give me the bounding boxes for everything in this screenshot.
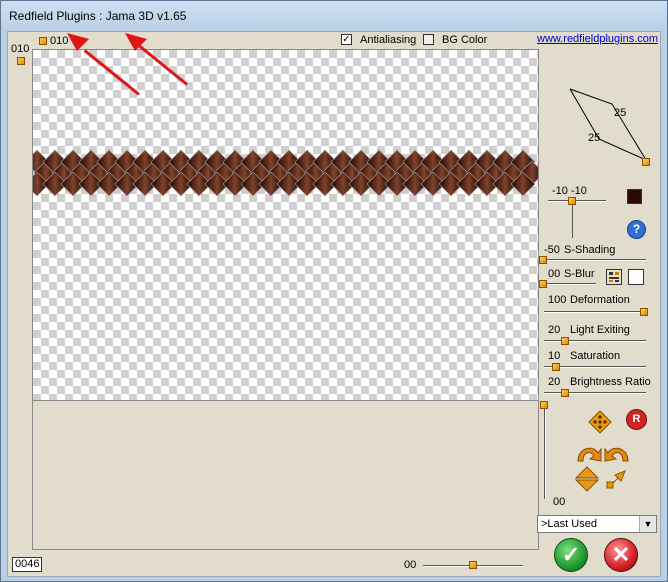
- saturation-label: Saturation: [570, 350, 621, 362]
- window-title: Redfield Plugins : Jama 3D v1.65: [9, 9, 187, 23]
- s-shading-track: [541, 259, 646, 261]
- zoom-value: 0046: [15, 558, 40, 570]
- question-icon[interactable]: ?: [627, 220, 646, 239]
- preset-selected: >Last Used: [541, 518, 597, 530]
- saturation-handle[interactable]: [552, 363, 560, 371]
- light-exiting-value: 20: [548, 324, 561, 336]
- vertical-slider-handle[interactable]: [540, 401, 548, 409]
- brightness-ratio-value: 20: [548, 376, 561, 388]
- brightness-ratio-label: Brightness Ratio: [570, 376, 651, 388]
- cross-icon[interactable]: ✕: [604, 538, 638, 572]
- brightness-ratio-handle[interactable]: [561, 389, 569, 397]
- deformation-handle[interactable]: [640, 308, 648, 316]
- light-exiting-handle[interactable]: [561, 337, 569, 345]
- title-bar[interactable]: Redfield Plugins : Jama 3D v1.65: [1, 1, 667, 31]
- website-link[interactable]: www.redfieldplugins.com: [537, 33, 658, 45]
- angle-a-value: 25: [614, 107, 627, 119]
- deformation-track: [544, 311, 646, 313]
- antialiasing-label: Antialiasing: [360, 34, 417, 46]
- bgcolor-checkbox[interactable]: [423, 34, 434, 45]
- top-offset-handle[interactable]: [39, 37, 47, 45]
- rotate-left-icon[interactable]: [577, 447, 602, 462]
- zoom-value-box[interactable]: 0046: [12, 557, 43, 572]
- s-shading-handle[interactable]: [539, 256, 547, 264]
- light-position-track: [548, 200, 606, 202]
- light-position-handle[interactable]: [568, 197, 576, 205]
- flip-vertical-icon[interactable]: [574, 466, 600, 492]
- saturation-value: 10: [548, 350, 561, 362]
- top-offset-value: 010: [50, 35, 69, 47]
- bottom-slider-value: 00: [404, 559, 417, 571]
- reset-icon[interactable]: R: [626, 409, 647, 430]
- plugin-window: Redfield Plugins : Jama 3D v1.65 010 010…: [0, 0, 668, 582]
- left-offset-value: 010: [11, 43, 30, 55]
- rotate-right-icon[interactable]: [604, 447, 629, 462]
- light-exiting-track: [544, 340, 646, 342]
- light-x-value: -10: [552, 185, 568, 197]
- antialiasing-checkbox[interactable]: ✓: [341, 34, 352, 45]
- plugin-body: 010 010 ✓ Antialiasing BG Color www.redf…: [7, 31, 661, 577]
- brightness-ratio-track: [544, 392, 646, 394]
- resize-icon[interactable]: [604, 468, 628, 492]
- angle-diagram[interactable]: [566, 84, 650, 164]
- light-exiting-label: Light Exiting: [570, 324, 630, 336]
- tile-band-preview: [33, 149, 538, 197]
- s-blur-handle[interactable]: [539, 280, 547, 288]
- annotation-arrowhead-1: [67, 33, 89, 51]
- dice-icon[interactable]: [588, 410, 612, 434]
- deformation-label: Deformation: [570, 294, 630, 306]
- vertical-slider-track: [544, 409, 546, 499]
- s-shading-label: S-Shading: [564, 244, 616, 256]
- left-offset-handle[interactable]: [17, 57, 25, 65]
- angle-b-value: 25: [588, 132, 601, 144]
- preset-dropdown[interactable]: >Last Used ▼: [537, 515, 657, 533]
- bgcolor-label: BG Color: [442, 34, 488, 46]
- chevron-down-icon: ▼: [639, 516, 656, 532]
- s-blur-value: 00: [548, 268, 561, 280]
- light-y-value: -10: [571, 185, 587, 197]
- angle-handle[interactable]: [642, 158, 650, 166]
- light-color-swatch[interactable]: [627, 189, 642, 204]
- preview-canvas[interactable]: [32, 49, 539, 401]
- light-position-vtrack: [572, 200, 573, 238]
- bottom-slider-handle[interactable]: [469, 561, 477, 569]
- deformation-value: 100: [548, 294, 567, 306]
- annotation-arrowhead-2: [125, 33, 147, 51]
- check-icon[interactable]: ✓: [554, 538, 588, 572]
- vertical-slider-value: 00: [553, 496, 566, 508]
- preview-empty-area: [32, 401, 539, 550]
- s-blur-track: [541, 283, 596, 285]
- shadow-color-swatch[interactable]: [628, 269, 644, 285]
- rotate-icons: [577, 447, 629, 462]
- s-blur-label: S-Blur: [564, 268, 595, 280]
- s-shading-value: -50: [544, 244, 560, 256]
- pattern-icon[interactable]: [606, 269, 622, 285]
